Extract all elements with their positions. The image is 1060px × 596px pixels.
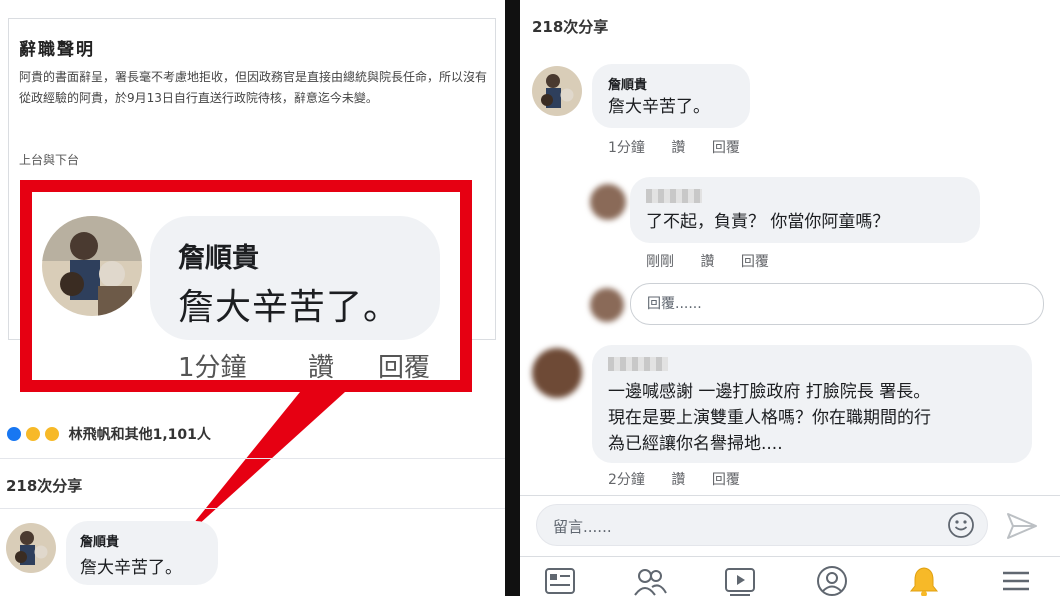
screenshot-composite: 辭職聲明 阿貴的書面辭呈，署長毫不考慮地拒收，但因政務官是直接由總統與院長任命，… (0, 0, 1060, 596)
divider (520, 495, 1060, 496)
comment-actions: 剛剛 讚 回覆 (646, 251, 791, 271)
bottom-tab-bar (520, 556, 1060, 596)
reply-button[interactable]: 回覆 (741, 254, 769, 270)
panel-separator (505, 0, 520, 596)
sad-icon (24, 426, 41, 442)
profile-icon[interactable] (814, 565, 850, 596)
reply-button[interactable]: 回覆 (712, 472, 740, 488)
divider (0, 458, 505, 459)
comment-bubble: 了不起，負責？ 你當你阿童嗎？ (630, 177, 980, 243)
comment-text: 詹大辛苦了。 (608, 97, 710, 117)
friends-icon[interactable] (632, 565, 668, 596)
comment-timestamp: 2分鐘 (608, 472, 645, 488)
right-panel: 218次分享 詹順貴 詹大辛苦了。 1分鐘 讚 回覆 了不起，負責？ 你當你阿童… (520, 0, 1060, 596)
send-icon[interactable] (1004, 508, 1040, 544)
like-icon (6, 426, 22, 442)
avatar[interactable] (6, 523, 56, 573)
avatar[interactable] (42, 216, 142, 316)
menu-icon[interactable] (998, 565, 1034, 596)
highlighted-comment-zoom: 詹順貴 詹大辛苦了。 1分鐘 讚 回覆 (20, 180, 472, 392)
article-title: 辭職聲明 (19, 40, 95, 60)
share-count[interactable]: 218次分享 (532, 16, 608, 37)
comment-input-placeholder: 留言...... (553, 518, 612, 536)
emoji-icon[interactable] (947, 511, 975, 539)
comment-author[interactable]: 詹順貴 (80, 531, 119, 550)
like-button[interactable]: 讚 (700, 254, 714, 270)
reply-input[interactable]: 回覆...... (630, 283, 1044, 325)
comment-author[interactable]: 詹順貴 (178, 236, 259, 275)
reply-button[interactable]: 回覆 (712, 140, 740, 156)
comment-text: 詹大辛苦了。 (80, 558, 182, 578)
comment-text: 詹大辛苦了。 (178, 287, 401, 328)
comment-text-line: 一邊喊感謝 一邊打臉政府 打臉院長 署長。 (608, 382, 931, 402)
comment-bubble: 詹順貴 詹大辛苦了。 (592, 64, 750, 128)
comment-author[interactable]: 詹順貴 (608, 74, 647, 93)
comment-timestamp: 1分鐘 (178, 353, 247, 383)
comment-text-line: 為已經讓你名譽掃地.... (608, 434, 783, 454)
like-button[interactable]: 讚 (308, 347, 334, 384)
reaction-count: 林飛帆和其他1,101人 (68, 427, 211, 443)
comment-timestamp: 剛剛 (646, 254, 674, 270)
avatar[interactable] (532, 348, 582, 398)
left-panel: 辭職聲明 阿貴的書面辭呈，署長毫不考慮地拒收，但因政務官是直接由總統與院長任命，… (0, 0, 505, 596)
notifications-icon[interactable] (906, 565, 942, 596)
redacted-author (646, 189, 702, 203)
comment-bubble: 詹順貴 詹大辛苦了。 (150, 216, 440, 340)
comment-bubble: 詹順貴 詹大辛苦了。 (66, 521, 218, 585)
comment-input[interactable]: 留言...... (536, 504, 988, 546)
comment-timestamp: 1分鐘 (608, 140, 645, 156)
wow-icon (43, 426, 60, 442)
watch-icon[interactable] (722, 565, 758, 596)
like-button[interactable]: 讚 (671, 472, 685, 488)
comment-text: 了不起，負責？ 你當你阿童嗎？ (646, 212, 890, 232)
comment-bubble: 一邊喊感謝 一邊打臉政府 打臉院長 署長。 現在是要上演雙重人格嗎？你在職期間的… (592, 345, 1032, 463)
avatar (590, 288, 624, 322)
share-count[interactable]: 218次分享 (6, 475, 82, 496)
redacted-author (608, 357, 668, 371)
reaction-summary[interactable]: 林飛帆和其他1,101人 (6, 424, 211, 444)
comment-actions: 2分鐘 讚 回覆 (608, 469, 762, 489)
news-feed-icon[interactable] (542, 565, 578, 596)
comment-text-line: 現在是要上演雙重人格嗎？你在職期間的行 (608, 408, 931, 428)
like-button[interactable]: 讚 (671, 140, 685, 156)
comment-actions: 1分鐘 讚 回覆 (608, 137, 762, 157)
avatar[interactable] (532, 66, 582, 116)
article-body: 阿貴的書面辭呈，署長毫不考慮地拒收，但因政務官是直接由總統與院長任命，所以沒有從… (19, 70, 488, 105)
avatar[interactable] (590, 184, 626, 220)
reply-button[interactable]: 回覆 (378, 347, 430, 384)
divider (0, 508, 505, 509)
article-subheading: 上台與下台 (19, 153, 80, 167)
